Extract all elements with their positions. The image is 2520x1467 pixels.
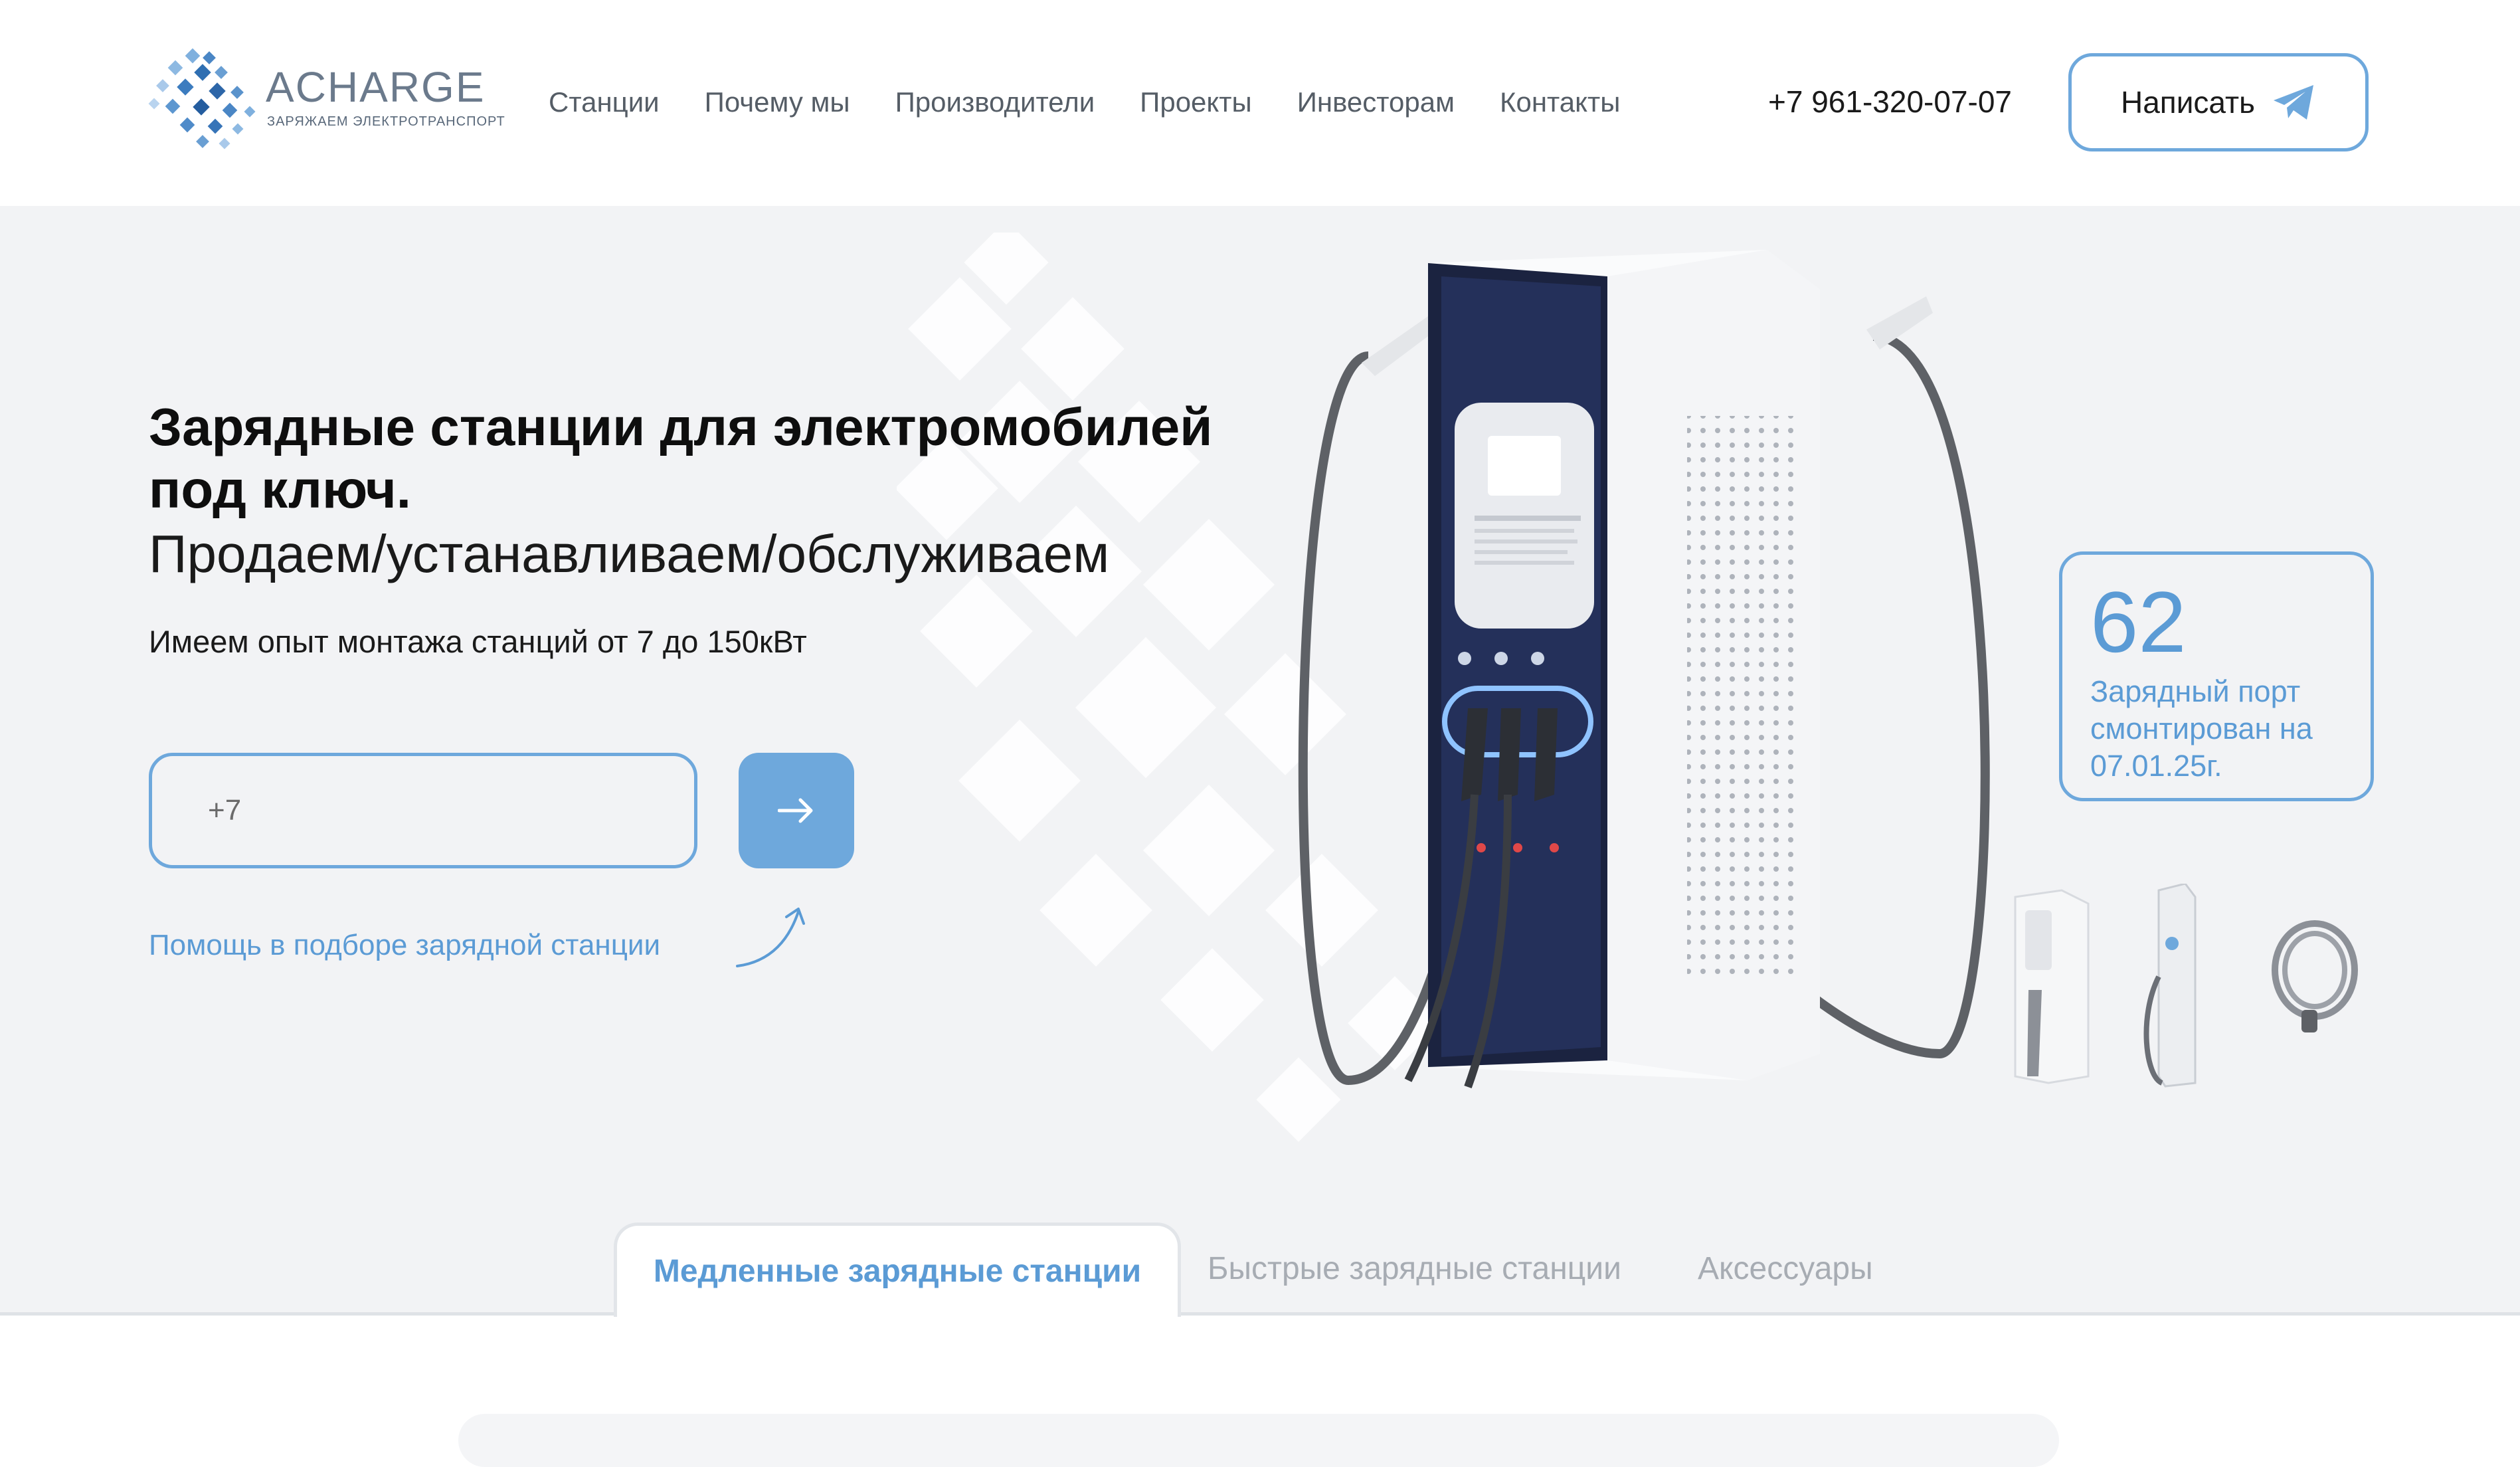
main-nav: Станции Почему мы Производители Проекты … [549, 86, 1665, 126]
hero-description: Имеем опыт монтажа станций от 7 до 150кВ… [149, 624, 807, 659]
write-button[interactable]: Написать [2068, 53, 2369, 151]
nav-item-investors[interactable]: Инвесторам [1297, 86, 1455, 126]
help-selection-link[interactable]: Помощь в подборе зарядной станции [149, 929, 660, 962]
tabs-divider [0, 1312, 2520, 1316]
curved-arrow-icon [736, 908, 805, 967]
ports-installed-count: 62 [2090, 573, 2187, 670]
ports-installed-card: 62 Зарядный порт смонтирован на 07.01.25… [2059, 551, 2374, 801]
tab-fast-stations[interactable]: Быстрые зарядные станции [1208, 1250, 1621, 1287]
hero-section: Зарядные станции для электромобилей под … [0, 206, 2520, 1312]
submit-phone-button[interactable] [739, 753, 854, 868]
nav-item-manufacturers[interactable]: Производители [895, 86, 1095, 126]
charging-cable-thumbnail[interactable] [2265, 910, 2365, 1043]
wallbox-station-thumbnail[interactable] [2002, 884, 2095, 1090]
hero-subtitle: Продаем/устанавливаем/обслуживаем [149, 524, 1110, 583]
header-phone-link[interactable]: +7 961-320-07-07 [1768, 84, 2012, 120]
tab-accessories[interactable]: Аксессуары [1698, 1250, 1873, 1287]
nav-item-contacts[interactable]: Контакты [1500, 86, 1620, 126]
telegram-icon [2274, 85, 2313, 120]
tab-slow-stations[interactable]: Медленные зарядные станции [614, 1222, 1181, 1317]
logo[interactable]: ACHARGE ЗАРЯЖАЕМ ЭЛЕКТРОТРАНСПОРТ [147, 48, 505, 154]
phone-input[interactable] [149, 753, 697, 868]
nav-item-stations[interactable]: Станции [549, 86, 660, 126]
ports-installed-text: Зарядный порт смонтирован на 07.01.25г. [2090, 674, 2313, 783]
nav-item-projects[interactable]: Проекты [1140, 86, 1252, 126]
hero-title: Зарядные станции для электромобилей под … [149, 397, 1213, 519]
charging-station-image [1298, 250, 1990, 1089]
write-button-label: Написать [2120, 85, 2255, 120]
pedestal-station-thumbnail[interactable] [2139, 884, 2212, 1090]
site-header: ACHARGE ЗАРЯЖАЕМ ЭЛЕКТРОТРАНСПОРТ Станци… [0, 0, 2520, 206]
logo-name: ACHARGE [266, 63, 486, 111]
logo-tagline: ЗАРЯЖАЕМ ЭЛЕКТРОТРАНСПОРТ [267, 114, 505, 129]
product-card-edge [458, 1414, 2059, 1467]
arrow-right-icon [778, 798, 813, 823]
tab-slow-stations-label: Медленные зарядные станции [653, 1254, 1142, 1289]
logo-mark-icon [148, 48, 256, 149]
nav-item-why-us[interactable]: Почему мы [705, 86, 850, 126]
